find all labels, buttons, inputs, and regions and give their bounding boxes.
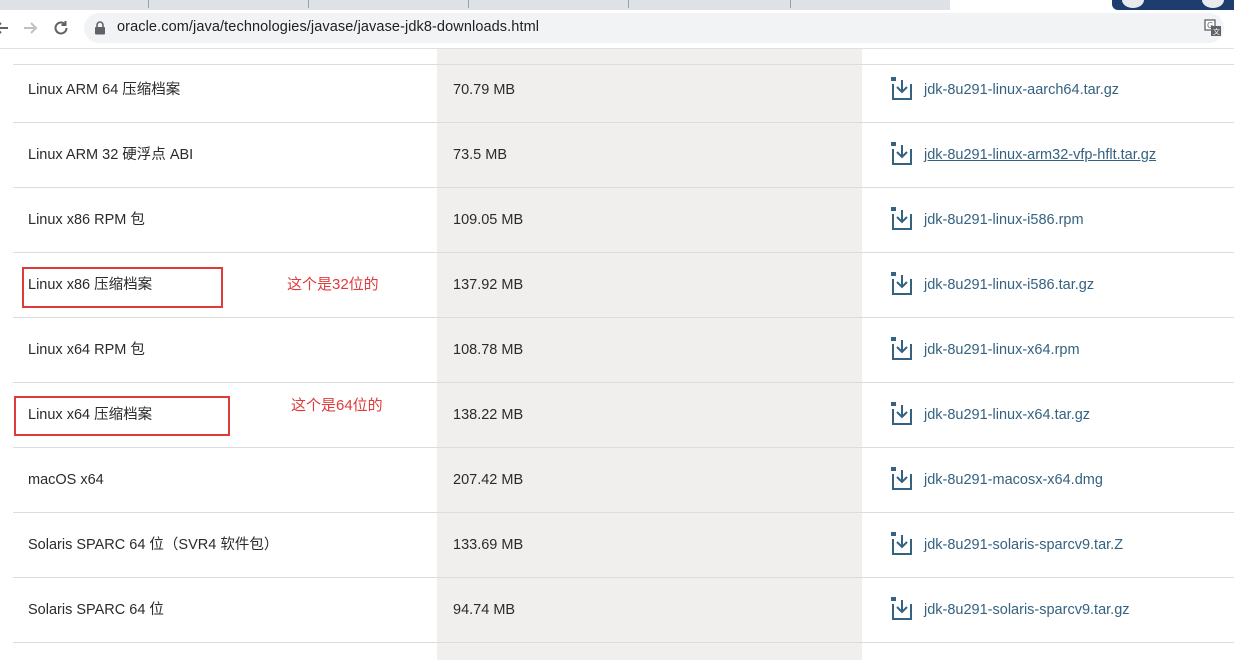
table-row: Linux ARM 32 硬浮点 ABI 73.5 MB jdk-8u291-l…	[13, 123, 1234, 188]
product-name: Linux ARM 32 硬浮点 ABI	[28, 147, 194, 163]
table-row: Linux ARM 64 压缩档案 70.79 MB jdk-8u291-lin…	[13, 58, 1234, 123]
download-link[interactable]: jdk-8u291-linux-arm32-vfp-hflt.tar.gz	[924, 123, 1156, 187]
tab-separator	[628, 0, 629, 8]
download-icon[interactable]	[888, 140, 916, 168]
product-name: Linux x86 RPM 包	[28, 212, 145, 228]
download-link[interactable]: jdk-8u291-linux-i586.rpm	[924, 188, 1084, 252]
tab-area[interactable]	[0, 0, 950, 10]
table-row: Solaris SPARC 64 位 94.74 MB jdk-8u291-so…	[13, 578, 1234, 643]
extension-avatar[interactable]	[1202, 0, 1224, 8]
download-icon[interactable]	[888, 75, 916, 103]
translate-icon[interactable]: G文	[1204, 19, 1222, 42]
downloads-table: Linux ARM 64 压缩档案 70.79 MB jdk-8u291-lin…	[0, 49, 1234, 660]
download-link[interactable]: jdk-8u291-linux-i586.tar.gz	[924, 253, 1094, 317]
download-link[interactable]: jdk-8u291-linux-x64.rpm	[924, 318, 1080, 382]
file-size: 73.5 MB	[453, 147, 507, 163]
download-icon[interactable]	[888, 465, 916, 493]
product-name: Solaris SPARC 64 位（SVR4 软件包）	[28, 537, 279, 553]
lock-icon[interactable]	[94, 21, 106, 40]
table-row: Linux x64 RPM 包 108.78 MB jdk-8u291-linu…	[13, 318, 1234, 383]
download-link[interactable]: jdk-8u291-linux-x64.tar.gz	[924, 383, 1090, 447]
browser-toolbar: oracle.com/java/technologies/javase/java…	[0, 10, 1234, 49]
profile-avatar[interactable]	[1122, 0, 1144, 8]
svg-text:文: 文	[1213, 27, 1220, 36]
file-size: 207.42 MB	[453, 472, 524, 488]
annotation-box-x64	[14, 396, 230, 436]
reload-icon[interactable]	[49, 16, 73, 40]
download-icon[interactable]	[888, 270, 916, 298]
window-controls-area	[1112, 0, 1234, 10]
download-link[interactable]: jdk-8u291-solaris-sparcv9.tar.Z	[924, 513, 1123, 577]
url-text[interactable]: oracle.com/java/technologies/javase/java…	[117, 19, 539, 35]
tab-strip	[0, 0, 1234, 10]
file-size: 138.22 MB	[453, 407, 524, 423]
tab-separator	[308, 0, 309, 8]
table-row: Linux x86 RPM 包 109.05 MB jdk-8u291-linu…	[13, 188, 1234, 253]
annotation-note-32bit: 这个是32位的	[287, 276, 379, 293]
tab-separator	[468, 0, 469, 8]
file-size: 94.74 MB	[453, 602, 516, 618]
download-icon[interactable]	[888, 595, 916, 623]
product-name: Linux ARM 64 压缩档案	[28, 82, 181, 98]
product-name: Solaris SPARC 64 位	[28, 602, 164, 618]
file-size: 109.05 MB	[453, 212, 524, 228]
file-size: 108.78 MB	[453, 342, 524, 358]
product-name: Linux x64 RPM 包	[28, 342, 145, 358]
annotation-note-64bit: 这个是64位的	[291, 397, 383, 414]
tab-separator	[790, 0, 791, 8]
tab-separator	[148, 0, 149, 8]
file-size: 137.92 MB	[453, 277, 524, 293]
file-size: 70.79 MB	[453, 82, 516, 98]
download-icon[interactable]	[888, 530, 916, 558]
table-row: Solaris SPARC 64 位（SVR4 软件包） 133.69 MB j…	[13, 513, 1234, 578]
file-size: 133.69 MB	[453, 537, 524, 553]
download-icon[interactable]	[888, 400, 916, 428]
download-icon[interactable]	[888, 205, 916, 233]
address-bar[interactable]: oracle.com/java/technologies/javase/java…	[84, 13, 1224, 43]
table-row: macOS x64 207.42 MB jdk-8u291-macosx-x64…	[13, 448, 1234, 513]
download-link[interactable]: jdk-8u291-solaris-sparcv9.tar.gz	[924, 578, 1130, 642]
forward-arrow-icon[interactable]	[18, 16, 42, 40]
back-arrow-icon[interactable]	[0, 16, 14, 40]
product-name: macOS x64	[28, 472, 104, 488]
download-icon[interactable]	[888, 335, 916, 363]
download-link[interactable]: jdk-8u291-linux-aarch64.tar.gz	[924, 58, 1119, 122]
annotation-box-x86	[22, 267, 223, 308]
download-link[interactable]: jdk-8u291-macosx-x64.dmg	[924, 448, 1103, 512]
